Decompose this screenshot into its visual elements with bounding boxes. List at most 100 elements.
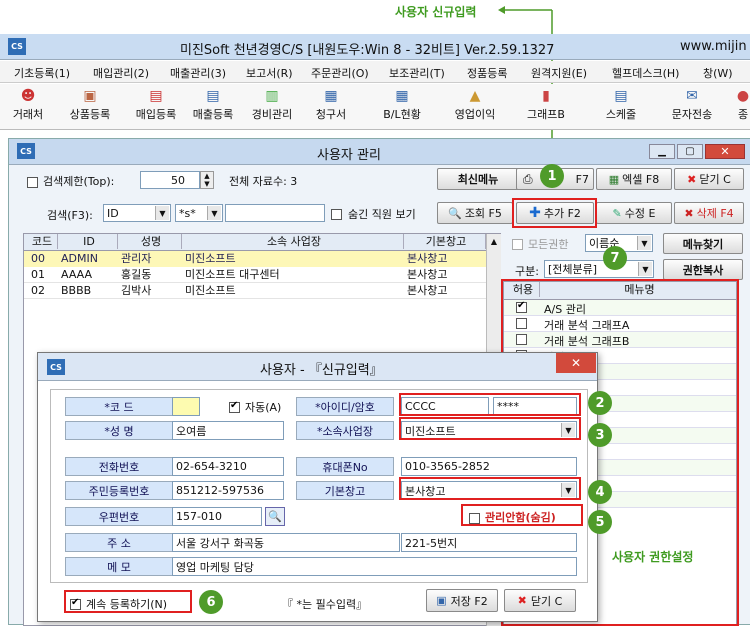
toolbar-graph[interactable]: ▮ 그래프B — [521, 88, 571, 122]
hidden-staff-check[interactable] — [331, 207, 342, 220]
idpw-label: *아이디/암호 — [296, 397, 394, 416]
name-input[interactable]: 오여름 — [172, 421, 284, 440]
highlight-admin-hide — [461, 504, 583, 526]
find-menu-button[interactable]: 메뉴찾기 — [663, 233, 743, 254]
table-row[interactable]: 02 BBBB 김박사 미진소프트 본사창고 — [24, 283, 486, 299]
toolbar-product[interactable]: ▣ 상품등록 — [62, 88, 118, 122]
dropdown-arrow-icon: ▼ — [207, 206, 221, 220]
category-label: 구분: — [515, 265, 539, 278]
col-id[interactable]: ID — [58, 234, 118, 249]
dlg-close-button[interactable]: ✖ 닫기 C — [504, 589, 576, 612]
resid-input[interactable]: 851212-597536 — [172, 481, 284, 500]
mobile-input[interactable]: 010-3565-2852 — [401, 457, 577, 476]
menu-item[interactable]: 헬프데스크(H) — [612, 65, 679, 81]
menu-item[interactable]: 보고서(R) — [246, 65, 293, 81]
profit-icon: ▲ — [469, 88, 481, 104]
all-permission-check[interactable] — [512, 237, 523, 250]
copy-permission-button[interactable]: 권한복사 — [663, 259, 743, 280]
memo-label: 메 모 — [65, 557, 173, 576]
query-button[interactable]: 🔍 조회 F5 — [437, 202, 513, 224]
menu-item[interactable]: 기초등록(1) — [14, 65, 70, 81]
address1-input[interactable]: 서울 강서구 화곡동 — [172, 533, 400, 552]
search-limit-check[interactable] — [27, 175, 38, 188]
step-badge-1: 1 — [540, 164, 564, 188]
col-code[interactable]: 코드 — [24, 234, 58, 249]
spin-icon[interactable]: ▲ ▼ — [200, 171, 214, 189]
toolbar-expense[interactable]: ▥ 경비관리 — [246, 88, 298, 122]
toolbar-sms[interactable]: ✉ 문자전송 — [665, 88, 719, 122]
latest-menu-button[interactable]: 최신메뉴 — [437, 168, 519, 190]
maximize-icon[interactable]: ▢ — [677, 144, 703, 159]
menu-item[interactable]: 매입관리(2) — [93, 65, 149, 81]
total-count: 전체 자료수: 3 — [229, 175, 298, 188]
table-row[interactable]: 01 AAAA 홍길동 미진소프트 대구센터 본사창고 — [24, 267, 486, 283]
zip-input[interactable]: 157-010 — [172, 507, 262, 526]
trash-icon: ✖ — [684, 206, 694, 220]
step-badge-4: 4 — [588, 480, 612, 504]
address2-input[interactable]: 221-5번지 — [401, 533, 577, 552]
step-badge-3: 3 — [588, 423, 612, 447]
code-label: *코 드 — [65, 397, 173, 416]
zip-search-icon[interactable]: 🔍 — [265, 507, 285, 526]
scroll-up-icon[interactable]: ▲ — [487, 234, 501, 246]
col-name[interactable]: 성명 — [118, 234, 182, 249]
minimize-icon[interactable]: ▁ — [649, 144, 675, 159]
category-select[interactable]: [전체분류] ▼ — [544, 260, 654, 278]
edit-button[interactable]: ✎ 수정 E — [596, 202, 672, 224]
col-warehouse[interactable]: 기본창고 — [404, 234, 486, 249]
excel-button[interactable]: ▦ 엑셀 F8 — [596, 168, 672, 190]
phone-input[interactable]: 02-654-3210 — [172, 457, 284, 476]
app-url: www.mijin — [680, 39, 747, 54]
calendar-icon: ▦ — [395, 88, 409, 104]
menu-item[interactable]: 정품등록 — [467, 65, 507, 81]
warehouse-label: 기본창고 — [296, 481, 394, 500]
table-row[interactable]: 00 ADMIN 관리자 미진소프트 본사창고 — [24, 251, 486, 267]
memo-input[interactable]: 영업 마케팅 담당 — [172, 557, 577, 576]
save-icon: ▣ — [436, 594, 447, 607]
close-icon[interactable]: ✕ — [705, 144, 745, 159]
all-permission-label: 모든권한 — [528, 238, 569, 251]
schedule-icon: ▤ — [614, 88, 628, 104]
toolbar-profit[interactable]: ▲ 영업이익 — [447, 88, 503, 122]
menu-item[interactable]: 원격지원(E) — [531, 65, 587, 81]
dlg-logo-icon: CS — [47, 359, 65, 375]
toolbar-purchase[interactable]: ▤ 매입등록 — [128, 88, 184, 122]
menu-item[interactable]: 창(W) — [703, 65, 733, 81]
search-mode-select[interactable]: *s* ▼ — [175, 204, 223, 222]
um-title: 사용자 관리 — [317, 148, 381, 163]
save-button[interactable]: ▣ 저장 F2 — [426, 589, 498, 612]
search-field-select[interactable]: ID ▼ — [103, 204, 171, 222]
toolbar-bl[interactable]: ▦ B/L현황 — [376, 88, 428, 122]
menu-item[interactable]: 보조관리(T) — [389, 65, 445, 81]
search-limit-label: 검색제한(Top): — [43, 175, 115, 188]
toolbar-customer[interactable]: ☻ 거래처 — [4, 88, 52, 122]
close-button[interactable]: ✖ 닫기 C — [674, 168, 744, 190]
x-icon: ✖ — [687, 172, 697, 186]
menu-bar: 기초등록(1) 매입관리(2) 매출관리(3) 보고서(R) 주문관리(O) 보… — [0, 61, 750, 83]
zip-label: 우편번호 — [65, 507, 173, 526]
dropdown-arrow-icon: ▼ — [638, 262, 652, 276]
code-input[interactable] — [172, 397, 200, 416]
annotation-permission: 사용자 권한설정 — [612, 550, 694, 564]
menu-item[interactable]: 매출관리(3) — [170, 65, 226, 81]
toolbar-invoice[interactable]: ▦ 청구서 — [308, 88, 354, 122]
step-badge-2: 2 — [588, 391, 612, 415]
new-user-dialog: CS 사용자 - 『신규입력』 ✕ *코 드 자동(A) *아이디/암호 CCC… — [37, 352, 598, 622]
search-limit-input[interactable]: 50 — [140, 171, 200, 189]
auto-check[interactable] — [229, 400, 240, 413]
col-branch[interactable]: 소속 사업장 — [182, 234, 404, 249]
dlg-close-icon[interactable]: ✕ — [556, 353, 596, 373]
search-input[interactable] — [225, 204, 325, 222]
highlight-idpw — [399, 393, 581, 416]
name-label: *성 명 — [65, 421, 173, 440]
menu-item[interactable]: 주문관리(O) — [311, 65, 369, 81]
highlight-continue — [64, 590, 192, 613]
toolbar-sales[interactable]: ▤ 매출등록 — [185, 88, 241, 122]
toolbar-schedule[interactable]: ▤ 스케줄 — [597, 88, 645, 122]
toolbar: ☻ 거래처 ▣ 상품등록 ▤ 매입등록 ▤ 매출등록 ▥ 경비관리 ▦ 청구서 ▦ B/L현황… — [0, 84, 750, 130]
toolbar-more[interactable]: ● 종 — [736, 88, 750, 122]
delete-button[interactable]: ✖ 삭제 F4 — [674, 202, 744, 224]
highlight-add — [512, 198, 597, 228]
money-icon: ▥ — [265, 88, 279, 104]
phone-label: 전화번호 — [65, 457, 173, 476]
